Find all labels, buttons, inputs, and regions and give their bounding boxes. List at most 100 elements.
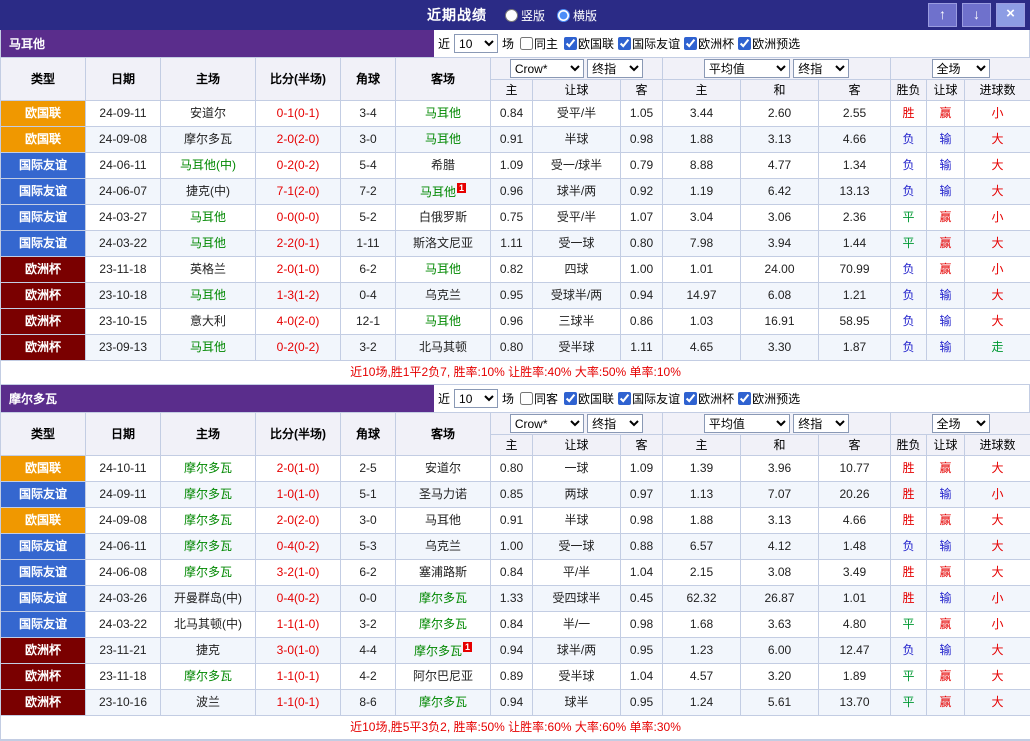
summary-stats: 近10场,胜5平3负2, 胜率:50% 让胜率:60% 大率:60% 单率:30…	[1, 716, 1030, 740]
scope-select[interactable]: 全场	[932, 414, 990, 433]
asian-odds-header: Crow* 终指	[491, 413, 663, 435]
competition-filter[interactable]: 欧国联	[564, 35, 614, 52]
same-venue-filter[interactable]: 同客	[520, 390, 558, 407]
euro-stage-select[interactable]: 终指	[793, 414, 849, 433]
result-goals: 小	[965, 586, 1030, 612]
euro-source-select[interactable]: 平均值	[704, 59, 790, 78]
bookmaker-select[interactable]: Crow*	[510, 414, 584, 433]
scope-select[interactable]: 全场	[932, 59, 990, 78]
same-venue-filter[interactable]: 同主	[520, 35, 558, 52]
match-count-select[interactable]: 10	[454, 389, 498, 408]
horizontal-layout-radio[interactable]: 横版	[557, 7, 597, 24]
radio-input[interactable]	[505, 9, 518, 22]
competition-filter[interactable]: 欧洲预选	[738, 390, 800, 407]
euro-away-odds: 12.47	[819, 638, 891, 664]
competition-badge: 欧洲杯	[1, 664, 86, 690]
col-type: 类型	[1, 413, 86, 456]
competition-filters: 欧国联国际友谊 欧洲杯欧洲预选	[560, 35, 800, 53]
asian-away-odds: 0.97	[621, 482, 663, 508]
competition-badge: 欧洲杯	[1, 283, 86, 309]
score: 4-0(2-0)	[256, 309, 341, 335]
odds-stage-select[interactable]: 终指	[587, 59, 643, 78]
result-outcome: 负	[891, 257, 927, 283]
col-score: 比分(半场)	[256, 413, 341, 456]
result-goals: 大	[965, 179, 1030, 205]
close-button[interactable]: ×	[996, 3, 1025, 27]
handicap-line: 受一球	[533, 231, 621, 257]
result-handicap: 输	[927, 335, 965, 361]
near-label: 近	[438, 35, 450, 52]
score: 7-1(2-0)	[256, 179, 341, 205]
competition-checkbox[interactable]	[738, 392, 751, 405]
score: 0-1(0-1)	[256, 101, 341, 127]
away-team: 马耳他1	[396, 179, 491, 205]
euro-odds-header: 平均值 终指	[663, 413, 891, 435]
competition-checkbox[interactable]	[564, 37, 577, 50]
euro-away-odds: 1.21	[819, 283, 891, 309]
competition-badge: 国际友谊	[1, 482, 86, 508]
vertical-layout-label: 竖版	[521, 7, 545, 24]
competition-filter[interactable]: 欧国联	[564, 390, 614, 407]
euro-draw-odds: 5.61	[741, 690, 819, 716]
euro-stage-select[interactable]: 终指	[793, 59, 849, 78]
col-corners: 角球	[341, 413, 396, 456]
competition-badge: 欧国联	[1, 508, 86, 534]
competition-checkbox[interactable]	[684, 392, 697, 405]
competition-badge: 国际友谊	[1, 205, 86, 231]
result-goals: 大	[965, 690, 1030, 716]
col-asian-away: 客	[621, 435, 663, 456]
score: 1-1(0-1)	[256, 664, 341, 690]
match-date: 24-09-11	[86, 101, 161, 127]
competition-checkbox[interactable]	[564, 392, 577, 405]
competition-checkbox[interactable]	[738, 37, 751, 50]
euro-away-odds: 13.13	[819, 179, 891, 205]
handicap-line: 三球半	[533, 309, 621, 335]
home-team: 摩尔多瓦	[161, 664, 256, 690]
competition-checkbox[interactable]	[684, 37, 697, 50]
competition-filter[interactable]: 欧洲预选	[738, 35, 800, 52]
same-venue-checkbox[interactable]	[520, 37, 533, 50]
move-down-button[interactable]: ↓	[962, 3, 991, 27]
bookmaker-select[interactable]: Crow*	[510, 59, 584, 78]
result-outcome: 负	[891, 179, 927, 205]
score: 0-2(0-2)	[256, 153, 341, 179]
asian-away-odds: 1.05	[621, 101, 663, 127]
competition-label: 欧洲杯	[698, 35, 734, 52]
match-row: 欧国联24-09-11安道尔0-1(0-1)3-4马耳他0.84受平/半1.05…	[1, 101, 1030, 127]
away-team: 马耳他	[396, 508, 491, 534]
competition-filter[interactable]: 欧洲杯	[684, 390, 734, 407]
competition-filter[interactable]: 国际友谊	[618, 390, 680, 407]
match-row: 国际友谊24-03-22北马其顿(中)1-1(1-0)3-2摩尔多瓦0.84半/…	[1, 612, 1030, 638]
window-buttons: ↑ ↓ ×	[928, 3, 1025, 27]
euro-away-odds: 2.36	[819, 205, 891, 231]
asian-away-odds: 1.00	[621, 257, 663, 283]
asian-home-odds: 0.75	[491, 205, 533, 231]
competition-checkbox[interactable]	[618, 37, 631, 50]
col-handicap: 让球	[533, 435, 621, 456]
corners: 3-2	[341, 612, 396, 638]
vertical-layout-radio[interactable]: 竖版	[505, 7, 545, 24]
corners: 5-3	[341, 534, 396, 560]
move-up-button[interactable]: ↑	[928, 3, 957, 27]
match-count-select[interactable]: 10	[454, 34, 498, 53]
competition-filter[interactable]: 国际友谊	[618, 35, 680, 52]
away-team: 摩尔多瓦	[396, 690, 491, 716]
odds-stage-select[interactable]: 终指	[587, 414, 643, 433]
away-team: 圣马力诺	[396, 482, 491, 508]
euro-away-odds: 1.01	[819, 586, 891, 612]
col-goals-result: 进球数	[965, 80, 1030, 101]
home-team: 安道尔	[161, 101, 256, 127]
result-outcome: 负	[891, 638, 927, 664]
match-row: 欧洲杯23-10-18马耳他1-3(1-2)0-4乌克兰0.95受球半/两0.9…	[1, 283, 1030, 309]
same-venue-checkbox[interactable]	[520, 392, 533, 405]
competition-label: 欧洲预选	[752, 390, 800, 407]
competition-checkbox[interactable]	[618, 392, 631, 405]
handicap-line: 半球	[533, 127, 621, 153]
radio-input[interactable]	[557, 9, 570, 22]
score: 2-0(2-0)	[256, 508, 341, 534]
competition-filter[interactable]: 欧洲杯	[684, 35, 734, 52]
result-handicap: 赢	[927, 612, 965, 638]
euro-source-select[interactable]: 平均值	[704, 414, 790, 433]
asian-home-odds: 0.91	[491, 508, 533, 534]
euro-home-odds: 1.24	[663, 690, 741, 716]
